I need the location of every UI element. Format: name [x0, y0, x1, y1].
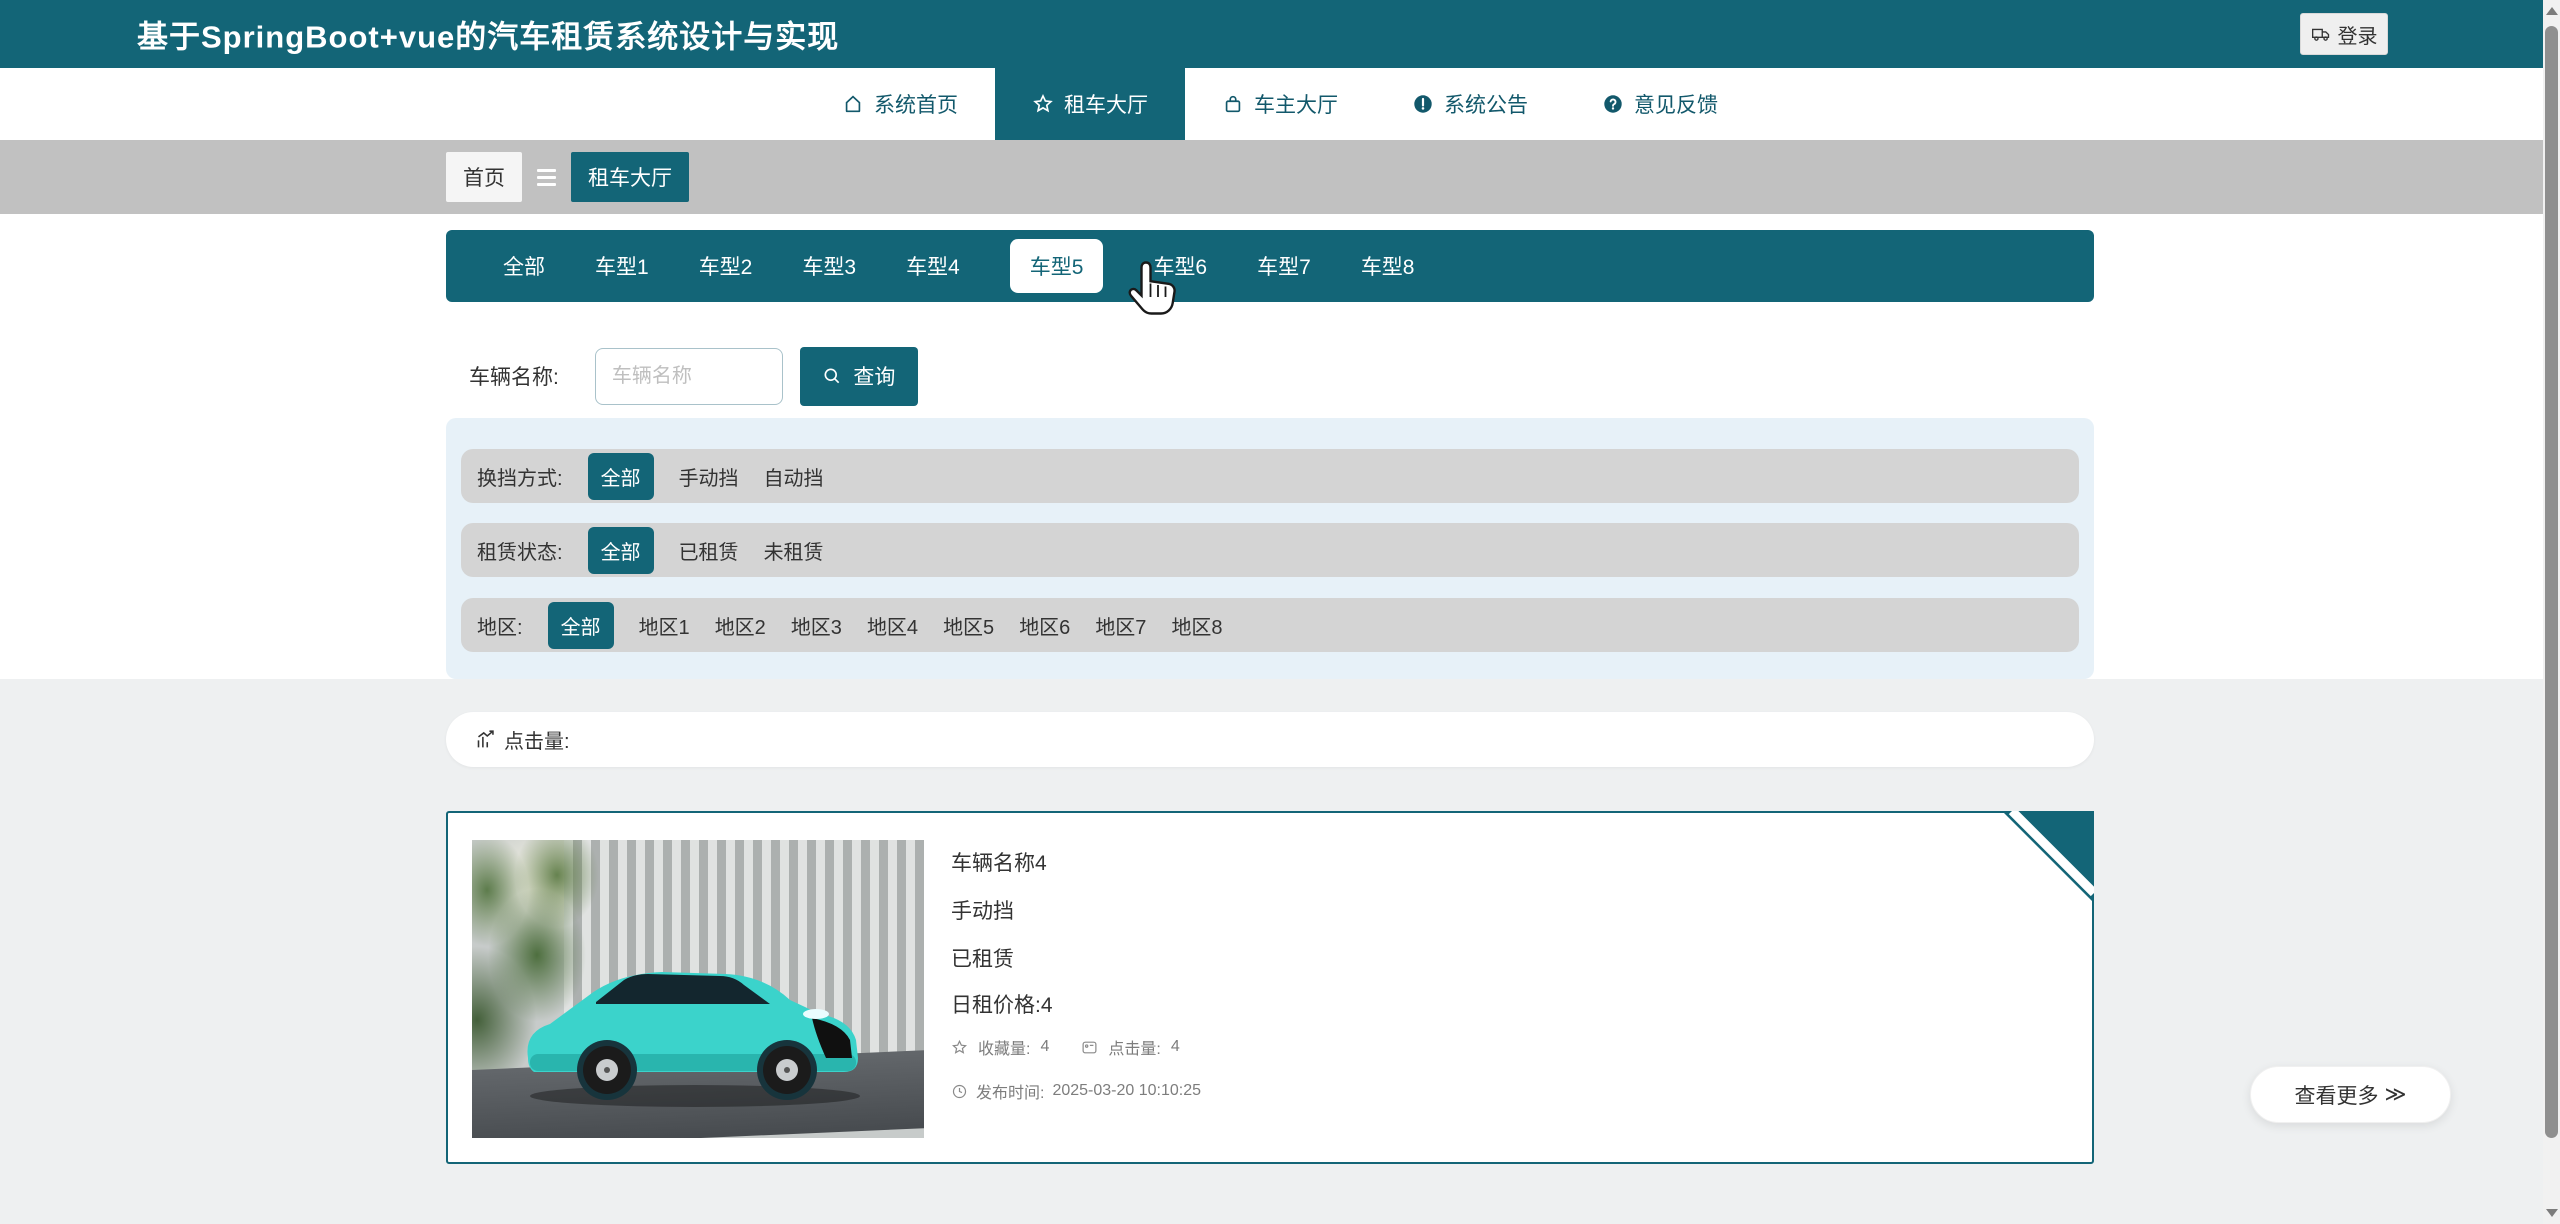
- nav-label: 车主大厅: [1254, 89, 1338, 119]
- scroll-down-icon[interactable]: [2546, 1209, 2558, 1217]
- filter-option-manual[interactable]: 手动挡: [679, 462, 739, 491]
- clock-icon: [951, 1083, 968, 1100]
- filter-option-automatic[interactable]: 自动挡: [764, 462, 824, 491]
- category-bar: 全部 车型1 车型2 车型3 车型4 车型5 车型6 车型7 车型8: [446, 230, 2094, 302]
- filter-row-region: 地区: 全部 地区1 地区2 地区3 地区4 地区5 地区6 地区7 地区8: [461, 598, 2079, 652]
- time-label: 发布时间:: [976, 1079, 1044, 1103]
- filter-option-region-1[interactable]: 地区1: [639, 611, 690, 640]
- filter-label-status: 租赁状态:: [477, 536, 563, 565]
- category-model-3[interactable]: 车型3: [802, 239, 856, 293]
- filter-option-rented[interactable]: 已租赁: [679, 536, 739, 565]
- nav-label: 意见反馈: [1634, 89, 1718, 119]
- car-image: [472, 840, 924, 1138]
- filter-row-status: 租赁状态: 全部 已租赁 未租赁: [461, 523, 2079, 577]
- nav-tab-rental-hall[interactable]: 租车大厅: [995, 68, 1185, 140]
- login-label: 登录: [2338, 20, 2378, 49]
- nav-tab-owner-hall[interactable]: 车主大厅: [1185, 68, 1375, 140]
- vehicle-status: 已租赁: [951, 943, 1014, 973]
- filter-label-gear: 换挡方式:: [477, 462, 563, 491]
- nav-tab-feedback[interactable]: 意见反馈: [1565, 68, 1755, 140]
- breadcrumb-home[interactable]: 首页: [446, 152, 522, 202]
- bag-icon: [1222, 93, 1244, 115]
- home-icon: [842, 93, 864, 115]
- search-label: 车辆名称:: [469, 361, 559, 391]
- filter-option-region-6[interactable]: 地区6: [1019, 611, 1070, 640]
- nav-label: 系统公告: [1444, 89, 1528, 119]
- star-icon: [951, 1039, 968, 1056]
- teal-suv: [510, 946, 878, 1114]
- category-model-1[interactable]: 车型1: [595, 239, 649, 293]
- search-button-label: 查询: [853, 361, 895, 391]
- filter-option-region-7[interactable]: 地区7: [1095, 611, 1146, 640]
- scroll-up-icon[interactable]: [2546, 7, 2558, 15]
- favorites-label: 收藏量:: [978, 1035, 1030, 1059]
- filter-option-region-8[interactable]: 地区8: [1171, 611, 1222, 640]
- favorites-value: 4: [1040, 1038, 1049, 1056]
- clicks-sort-label: 点击量:: [504, 725, 570, 754]
- hamburger-icon: [537, 169, 556, 186]
- category-model-5[interactable]: 车型5: [1010, 239, 1104, 293]
- breadcrumb: 首页 租车大厅: [0, 140, 2560, 214]
- double-chevron-icon: ≫: [2385, 1082, 2407, 1107]
- view-more-button[interactable]: 查看更多 ≫: [2250, 1066, 2451, 1123]
- vehicle-price: 日租价格:4: [951, 989, 1053, 1019]
- filter-panel: 换挡方式: 全部 手动挡 自动挡 租赁状态: 全部 已租赁 未租赁 地区: 全部…: [446, 418, 2094, 679]
- vehicle-stats: 收藏量: 4 点击量: 4: [951, 1035, 1180, 1059]
- time-value: 2025-03-20 10:10:25: [1052, 1082, 1201, 1100]
- filter-option-gear-all[interactable]: 全部: [588, 453, 654, 500]
- star-icon: [1032, 93, 1054, 115]
- nav-label: 系统首页: [874, 89, 958, 119]
- category-all[interactable]: 全部: [503, 239, 545, 293]
- nav-label: 租车大厅: [1064, 89, 1148, 119]
- category-model-7[interactable]: 车型7: [1257, 239, 1311, 293]
- filter-option-region-all[interactable]: 全部: [548, 602, 614, 649]
- app-header: 基于SpringBoot+vue的汽车租赁系统设计与实现 登录: [0, 0, 2560, 68]
- login-button[interactable]: 登录: [2300, 13, 2388, 55]
- search-input[interactable]: [595, 348, 783, 405]
- filter-label-region: 地区:: [477, 611, 523, 640]
- category-model-2[interactable]: 车型2: [699, 239, 753, 293]
- view-more-label: 查看更多: [2295, 1080, 2379, 1110]
- category-model-6[interactable]: 车型6: [1153, 239, 1207, 293]
- filter-option-region-3[interactable]: 地区3: [791, 611, 842, 640]
- category-model-4[interactable]: 车型4: [906, 239, 960, 293]
- scrollbar-thumb[interactable]: [2545, 26, 2558, 1138]
- filter-option-region-5[interactable]: 地区5: [943, 611, 994, 640]
- trend-chart-icon: [475, 729, 496, 750]
- nav-tab-system-home[interactable]: 系统首页: [805, 68, 995, 140]
- filter-option-status-all[interactable]: 全部: [588, 527, 654, 574]
- clicks-label: 点击量:: [1108, 1035, 1160, 1059]
- vehicle-publish-time: 发布时间: 2025-03-20 10:10:25: [951, 1079, 1201, 1103]
- category-model-8[interactable]: 车型8: [1361, 239, 1415, 293]
- vehicle-name: 车辆名称4: [951, 847, 1047, 877]
- filter-option-region-4[interactable]: 地区4: [867, 611, 918, 640]
- search-button[interactable]: 查询: [800, 347, 918, 406]
- truck-icon: [2311, 24, 2331, 44]
- vehicle-card[interactable]: 车辆名称4 手动挡 已租赁 日租价格:4 收藏量: 4 点击量: 4: [446, 811, 2094, 1164]
- clicks-sort-bar[interactable]: 点击量:: [446, 712, 2094, 767]
- vehicle-gear: 手动挡: [951, 895, 1014, 925]
- search-icon: [822, 366, 842, 386]
- filter-option-region-2[interactable]: 地区2: [715, 611, 766, 640]
- announcement-icon: [1412, 93, 1434, 115]
- filter-option-not-rented[interactable]: 未租赁: [764, 536, 824, 565]
- app-title: 基于SpringBoot+vue的汽车租赁系统设计与实现: [137, 12, 839, 57]
- clicks-value: 4: [1171, 1038, 1180, 1056]
- feedback-icon: [1602, 93, 1624, 115]
- filter-row-gear: 换挡方式: 全部 手动挡 自动挡: [461, 449, 2079, 503]
- scrollbar[interactable]: [2543, 0, 2560, 1224]
- search-row: 车辆名称: 查询: [469, 346, 918, 406]
- views-icon: [1081, 1039, 1098, 1056]
- main-nav: 系统首页 租车大厅 车主大厅 系统公告: [0, 68, 2560, 140]
- card-info: 车辆名称4 手动挡 已租赁 日租价格:4 收藏量: 4 点击量: 4: [951, 813, 2068, 1162]
- nav-tab-announcements[interactable]: 系统公告: [1375, 68, 1565, 140]
- breadcrumb-current: 租车大厅: [571, 152, 689, 202]
